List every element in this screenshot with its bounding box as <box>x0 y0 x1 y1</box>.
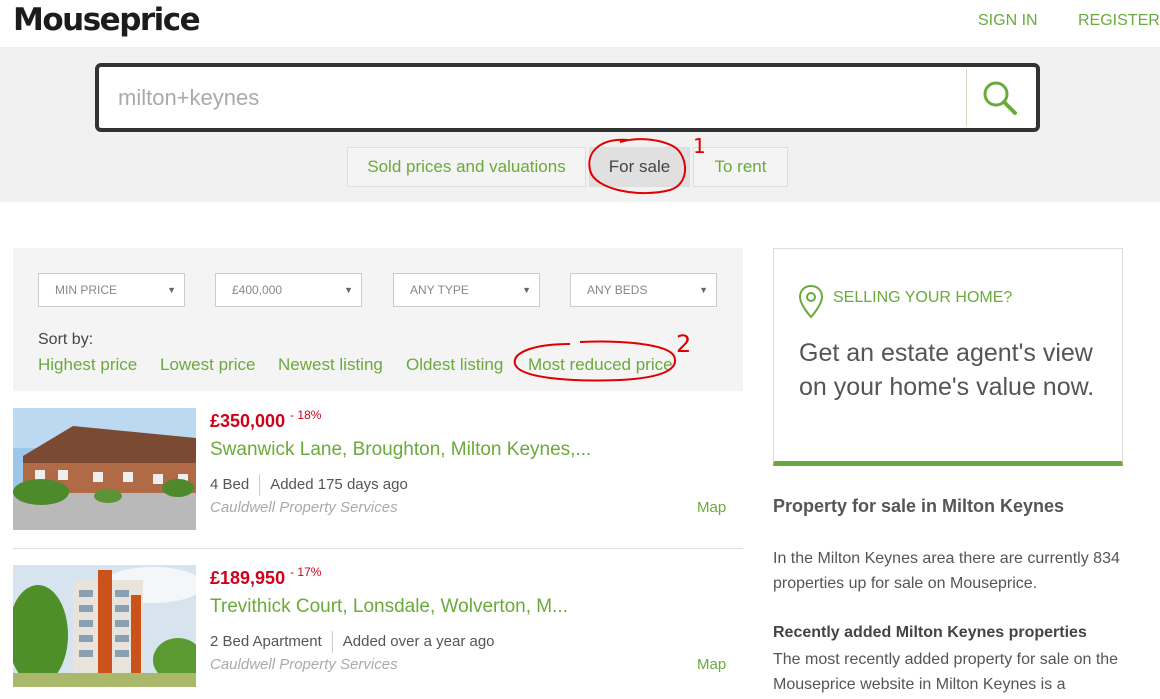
tab-for-sale[interactable]: For sale <box>589 147 690 187</box>
listing-added: Added 175 days ago <box>270 475 408 493</box>
max-price-select[interactable]: £400,000 ▼ <box>215 273 362 307</box>
search-input[interactable] <box>105 69 967 126</box>
register-link[interactable]: REGISTER <box>1078 12 1160 30</box>
logo[interactable]: Mouseprice <box>13 2 201 38</box>
location-pin-icon <box>798 284 824 319</box>
house-photo <box>13 408 196 530</box>
sort-newest-listing[interactable]: Newest listing <box>278 355 383 375</box>
listing-added: Added over a year ago <box>342 632 495 650</box>
chevron-down-icon: ▼ <box>522 285 531 295</box>
header: Mouseprice SIGN IN REGISTER <box>0 0 1160 47</box>
tab-to-rent[interactable]: To rent <box>693 147 788 187</box>
listing-price: £350,000 - 18% <box>210 408 322 432</box>
meta-divider <box>331 631 333 653</box>
chevron-down-icon: ▼ <box>167 285 176 295</box>
search-button[interactable] <box>968 69 1032 126</box>
beds-select[interactable]: ANY BEDS ▼ <box>570 273 717 307</box>
listing-meta: 2 Bed Apartment Added over a year ago <box>210 631 495 653</box>
search-icon <box>983 81 1017 115</box>
sign-in-link[interactable]: SIGN IN <box>978 12 1038 30</box>
price-reduction: - 17% <box>290 565 322 579</box>
beds-value: ANY BEDS <box>587 283 648 297</box>
max-price-value: £400,000 <box>232 283 283 297</box>
sort-most-reduced-price[interactable]: Most reduced price <box>528 355 673 375</box>
sidebar-heading: Property for sale in Milton Keynes <box>773 496 1065 516</box>
listing-map-link[interactable]: Map <box>697 656 726 673</box>
listing-address[interactable]: Trevithick Court, Lonsdale, Wolverton, M… <box>210 596 568 618</box>
sort-highest-price[interactable]: Highest price <box>38 355 137 375</box>
price-value: £189,950 <box>210 568 286 588</box>
chevron-down-icon: ▼ <box>699 285 708 295</box>
listing-price: £189,950 - 17% <box>210 565 322 589</box>
recent-heading: Recently added Milton Keynes properties <box>773 624 1087 641</box>
promo-body: Get an estate agent's view on your home'… <box>799 339 1095 401</box>
meta-divider <box>259 474 261 496</box>
listing-agent: Cauldwell Property Services <box>210 656 398 673</box>
listing-photo[interactable] <box>13 565 196 687</box>
recent-text: The most recently added property for sal… <box>773 651 1119 693</box>
listing-beds: 2 Bed Apartment <box>210 632 322 650</box>
listing-meta: 4 Bed Added 175 days ago <box>210 474 408 496</box>
min-price-select[interactable]: MIN PRICE ▼ <box>38 273 185 307</box>
price-reduction: - 18% <box>290 408 322 422</box>
min-price-value: MIN PRICE <box>55 283 118 297</box>
chevron-down-icon: ▼ <box>344 285 353 295</box>
sidebar-paragraph: In the Milton Keynes area there are curr… <box>773 550 1120 592</box>
listing-agent: Cauldwell Property Services <box>210 499 398 516</box>
listing-divider <box>13 548 743 549</box>
tab-sold-prices[interactable]: Sold prices and valuations <box>347 147 586 187</box>
property-type-value: ANY TYPE <box>410 283 469 297</box>
sort-lowest-price[interactable]: Lowest price <box>160 355 255 375</box>
listing-map-link[interactable]: Map <box>697 499 726 516</box>
listing-address[interactable]: Swanwick Lane, Broughton, Milton Keynes,… <box>210 439 591 461</box>
valuation-promo[interactable]: SELLING YOUR HOME? Get an estate agent's… <box>773 248 1123 466</box>
search-box <box>95 63 1040 132</box>
property-type-select[interactable]: ANY TYPE ▼ <box>393 273 540 307</box>
sort-oldest-listing[interactable]: Oldest listing <box>406 355 503 375</box>
sort-label: Sort by: <box>38 331 94 348</box>
listing-beds: 4 Bed <box>210 475 250 493</box>
listing-photo[interactable] <box>13 408 196 530</box>
apartment-photo <box>13 565 196 687</box>
promo-heading: SELLING YOUR HOME? <box>833 289 1013 306</box>
price-value: £350,000 <box>210 411 286 431</box>
